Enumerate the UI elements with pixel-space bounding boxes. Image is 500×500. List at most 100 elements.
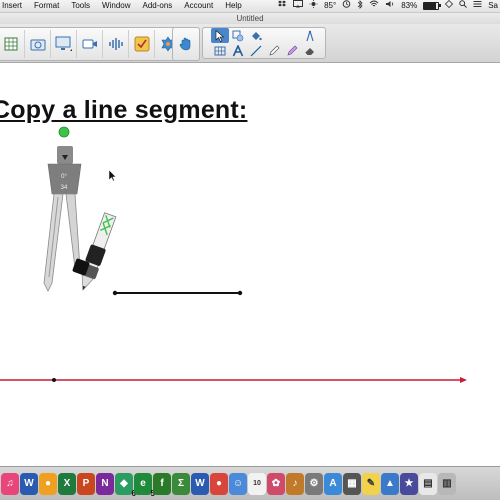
weather-icon[interactable] [309,0,318,12]
app-store-glyph: A [329,478,337,489]
menu-add-ons[interactable]: Add-ons [137,0,179,12]
segment-endpoint-a[interactable] [112,290,118,296]
settings-glyph: ⚙ [309,478,319,489]
word2-icon[interactable]: W [191,472,209,495]
star-app-icon[interactable]: ★ [400,472,418,495]
dock: ♫W●XPN◆6e5fΣW●☺10✿♪⚙A▦✎▲★▤▥ [0,466,500,500]
timemachine-icon[interactable] [342,0,351,12]
bluetooth-icon[interactable] [357,0,363,13]
switch-user-icon[interactable] [445,0,454,12]
mark-as-done-icon[interactable] [129,30,155,58]
video-icon[interactable] [77,30,103,58]
star-app-glyph: ★ [404,478,414,489]
window-title-bar: Untitled [0,13,500,24]
hand-icon[interactable] [173,30,199,58]
trash-glyph: ▥ [442,478,452,489]
table-grid-icon[interactable] [211,43,229,58]
compass-tool[interactable]: 0° 34 [43,146,118,293]
word-icon[interactable]: W [20,472,38,495]
excel-icon[interactable]: X [58,472,76,495]
onenote-icon[interactable]: N [96,472,114,495]
powerpoint-glyph: P [82,478,90,489]
dropbox-icon[interactable] [277,0,287,12]
whiteboard-canvas[interactable]: Copy a line segment: 0° 34 [0,63,500,465]
audio-icon[interactable] [103,30,129,58]
battery-icon[interactable] [423,2,442,10]
preview-icon[interactable]: ▲ [381,472,399,495]
volume-icon[interactable] [385,0,395,12]
chrome-glyph: ● [215,478,223,489]
compass-needle-leg [43,193,64,292]
excel-glyph: X [63,478,71,489]
highlighter-icon[interactable] [283,43,301,58]
sigma-icon[interactable]: Σ [172,472,190,495]
app-e-glyph: e [140,478,146,489]
menu-format[interactable]: Format [28,0,65,12]
sigma-glyph: Σ [177,478,184,489]
text-icon[interactable] [229,43,247,58]
notification-list-icon[interactable] [473,0,482,12]
screen-mirror-icon[interactable] [293,0,304,12]
search-icon[interactable] [459,0,468,12]
photos-glyph: ✿ [271,478,281,489]
toolbar [0,24,500,63]
document-icon[interactable]: ▤ [419,472,437,495]
menu-help[interactable]: Help [219,0,247,12]
compass-radius-label: 34 [61,185,68,191]
segment-endpoint-b[interactable] [237,290,243,296]
menu-tools[interactable]: Tools [65,0,96,12]
notes-glyph: ✎ [366,478,376,489]
app-e-icon[interactable]: e5 [134,472,155,498]
compass-tool-icon[interactable] [301,28,319,43]
fill-icon[interactable] [247,28,265,43]
red-ray[interactable] [0,377,467,383]
line-segment[interactable] [112,290,243,296]
eraser-icon[interactable] [301,43,319,58]
finder-icon[interactable]: ☺ [229,472,247,495]
trash-icon[interactable]: ▥ [438,472,456,495]
browser-icon[interactable]: ● [39,472,57,495]
insert-table-icon[interactable] [0,30,25,58]
chrome-icon[interactable]: ● [210,472,228,495]
eraser-shape-icon[interactable] [265,28,283,43]
calendar-icon[interactable]: 10 [248,472,266,495]
compass-angle-label: 0° [61,174,67,180]
select-arrow-icon[interactable] [211,28,229,43]
pen-stylus-icon[interactable] [283,28,301,43]
line-icon[interactable] [247,43,265,58]
battery-percent: 83% [401,1,418,10]
compass-pencil [80,212,117,291]
menu-insert[interactable]: Insert [0,0,28,12]
mouse-cursor [108,169,117,182]
powerpoint-icon[interactable]: P [77,472,95,495]
shape-select-icon[interactable] [229,28,247,43]
toolbar-insert-group [0,27,200,61]
math-fx-icon[interactable]: f [153,472,171,495]
document-glyph: ▤ [423,478,433,489]
menu-window[interactable]: Window [96,0,136,12]
pen-icon[interactable] [265,43,283,58]
app-store-icon[interactable]: A [324,472,342,495]
math-fx-glyph: f [160,478,164,489]
camera-icon[interactable] [25,30,51,58]
user-name-truncated[interactable]: Sa [488,0,498,12]
itunes-icon[interactable]: ♫ [1,472,19,495]
itunes-glyph: ♫ [6,478,14,489]
guitar-icon[interactable]: ♪ [286,472,304,495]
photos-icon[interactable]: ✿ [267,472,285,495]
settings-icon[interactable]: ⚙ [305,472,323,495]
preview-glyph: ▲ [385,478,395,489]
ray-start-point[interactable] [52,378,56,382]
menu-account[interactable]: Account [178,0,219,12]
wifi-icon[interactable] [369,0,379,12]
geogebra-icon[interactable]: ◆6 [115,472,136,498]
guitar-glyph: ♪ [292,478,298,489]
toolbar-hand-group [172,27,200,61]
window-title: Untitled [236,14,264,23]
screen-capture-icon[interactable] [51,30,77,58]
notes-icon[interactable]: ✎ [362,472,380,495]
rotate-handle[interactable] [58,126,70,138]
ray-arrow-head [460,377,467,383]
toolbar-tools-group [202,27,326,59]
music-app-icon[interactable]: ▦ [343,472,361,495]
